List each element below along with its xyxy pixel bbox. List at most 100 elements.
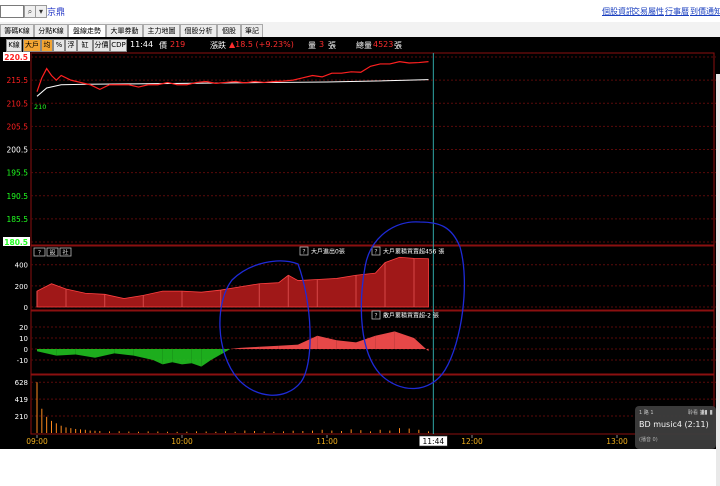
intraday-chart[interactable]: 220.5 215.5 210.5 205.5 200.5 195.5 190.5 185.5… <box>0 52 716 449</box>
music-subtitle: (播音 0) <box>639 437 658 443</box>
price-tick-label: 195.5 <box>7 169 29 178</box>
retail-area-segment <box>259 345 279 349</box>
retail-area-segment <box>375 331 395 349</box>
top-bar: ⌕ ▾ 京鼎 個股資訊 交易屬性 行事曆 到價通知 <box>0 0 720 23</box>
time-tick-label: 11:00 <box>316 437 338 446</box>
kline-button[interactable]: K線 <box>6 39 22 52</box>
retail-area-segment <box>191 349 202 367</box>
retail-area-segment <box>114 349 134 356</box>
tab-chip-kline[interactable]: 籌碼K線 <box>0 24 34 37</box>
big-player-tick-label: 0 <box>24 304 28 312</box>
retail-area-segment <box>95 349 115 358</box>
retail-area-segment <box>75 349 95 358</box>
average-button[interactable]: 均 <box>41 39 53 52</box>
price-tick-label: 190.5 <box>7 192 29 201</box>
time-tick-label: 10:00 <box>171 437 193 446</box>
panel-icon-2[interactable]: 社 <box>59 247 72 257</box>
retail-area-segment <box>240 346 260 349</box>
price-tick-label: 215.5 <box>7 76 29 85</box>
link-price-alert[interactable]: 到價通知 <box>690 6 720 17</box>
volume-panel: 628 419 210 <box>15 379 716 433</box>
tab-stock[interactable]: 個股 <box>217 24 241 37</box>
quote-price-label: 價 <box>159 41 167 50</box>
retail-area-segment <box>211 349 221 360</box>
quote-change-value: ▲18.5 (+9.23%) <box>229 40 294 49</box>
retail-area-segment <box>162 349 173 365</box>
panel-icon-text: 設 <box>49 249 55 257</box>
big-player-button[interactable]: 大戶 <box>23 39 41 52</box>
big-player-cum-label: 大戶累積買賣超456 張 <box>383 248 444 256</box>
tab-intraday[interactable]: 盤線走勢 <box>68 24 106 38</box>
dropdown-icon[interactable]: ▾ <box>35 5 47 18</box>
big-player-inout-label: 大戶進出0張 <box>311 248 345 256</box>
time-tick-label: 13:00 <box>606 437 628 446</box>
price-tick-label: 205.5 <box>7 122 29 131</box>
quote-total-value: 4523 <box>373 40 394 49</box>
retail-area-segment <box>336 340 356 349</box>
tab-stock-analysis[interactable]: 個股分析 <box>180 24 217 37</box>
link-calendar[interactable]: 行事曆 <box>665 6 689 17</box>
tab-big-orders[interactable]: 大單券動 <box>106 24 143 37</box>
quote-total-label: 總量 <box>356 41 372 50</box>
retail-cum-label: 散戶累積買賣超-2 張 <box>383 312 439 320</box>
retail-panel: 20 10 0 -10? 散戶累積買賣超-2 張 <box>17 310 716 367</box>
link-trade-attr[interactable]: 交易屬性 <box>632 6 664 17</box>
retail-area-segment <box>37 349 57 356</box>
retail-area-segment <box>153 349 163 365</box>
quote-volume-value: 3 <box>319 40 325 49</box>
retail-tick-label: 10 <box>19 335 28 343</box>
price-panel: 220.5 215.5 210.5 205.5 200.5 195.5 190.5 185.5… <box>3 52 716 247</box>
tab-notes[interactable]: 筆記 <box>241 24 263 37</box>
retail-area-segment <box>201 349 211 367</box>
percent-button[interactable]: % <box>53 39 65 52</box>
music-player-widget[interactable]: 1 路 1 聆看 設 ▮▮ ▮ BD music4 (2:11) (播音 0) <box>635 406 716 449</box>
retail-tick-label: 20 <box>19 324 28 332</box>
retail-area-segment <box>278 344 298 349</box>
panel-icon-text: ? <box>38 250 41 257</box>
retail-area-segment <box>182 349 192 365</box>
tab-branch-kline[interactable]: 分點K線 <box>34 24 68 37</box>
help-icon-text: ? <box>374 313 377 320</box>
time-tick-label: 09:00 <box>26 437 48 446</box>
price-line <box>36 61 429 92</box>
price-dist-button[interactable]: 分價 <box>93 39 110 52</box>
retail-area-segment <box>394 331 414 349</box>
price-tick-label: 210.5 <box>7 99 29 108</box>
tab-bar: 籌碼K線 分點K線 盤線走勢 大單券動 主力地圖 個股分析 個股 筆記 <box>0 22 720 38</box>
panel-icon-0[interactable]: ? <box>33 247 46 257</box>
low-price-marker: 210 <box>34 103 46 111</box>
cursor-time-label: 11:44 <box>423 437 445 446</box>
retail-area-segment <box>220 349 231 355</box>
panel-icon-text: 社 <box>62 249 68 257</box>
stock-search-input[interactable] <box>0 5 24 18</box>
quote-volume-label: 量 <box>308 41 316 50</box>
retail-tick-label: -10 <box>17 357 28 365</box>
cylinder-button[interactable]: 缸 <box>77 39 93 52</box>
tab-main-force-map[interactable]: 主力地圖 <box>143 24 180 37</box>
price-tick-label: 220.5 <box>4 53 28 62</box>
stock-name: 京鼎 <box>47 8 66 18</box>
time-axis: 09:00 10:00 11:00 12:00 13:00 11:44 <box>26 435 628 447</box>
retail-area-segment <box>56 349 76 356</box>
float-button[interactable]: 浮 <box>65 39 77 52</box>
volume-frame <box>30 374 715 435</box>
big-player-tick-label: 400 <box>15 262 28 270</box>
price-tick-label: 200.5 <box>7 146 29 155</box>
price-tick-label: 185.5 <box>7 215 29 224</box>
panel-icon-1[interactable]: 設 <box>46 247 59 257</box>
price-tick-label: 180.5 <box>4 238 28 247</box>
time-tick-label: 12:00 <box>461 437 483 446</box>
music-title: BD music4 (2:11) <box>639 420 709 429</box>
music-control-icon[interactable]: ▮▮ ▮ <box>701 409 713 416</box>
right-edge-scrollbar[interactable] <box>716 74 720 486</box>
cdp-button[interactable]: CDP <box>110 39 127 52</box>
volume-tick-label: 628 <box>15 379 28 387</box>
big-player-tick-label: 200 <box>15 283 28 291</box>
volume-tick-label: 419 <box>15 396 28 404</box>
volume-tick-label: 210 <box>15 413 28 421</box>
quote-change-label: 漲跌 <box>210 41 226 50</box>
help-icon-text: ? <box>302 249 305 256</box>
chart-area: K線 大戶 均 % 浮 缸 分價 CDP 11:44 價 219 漲跌 ▲18.… <box>0 37 720 486</box>
quote-volume-unit: 張 <box>328 41 336 50</box>
link-stock-info[interactable]: 個股資訊 <box>602 6 634 17</box>
